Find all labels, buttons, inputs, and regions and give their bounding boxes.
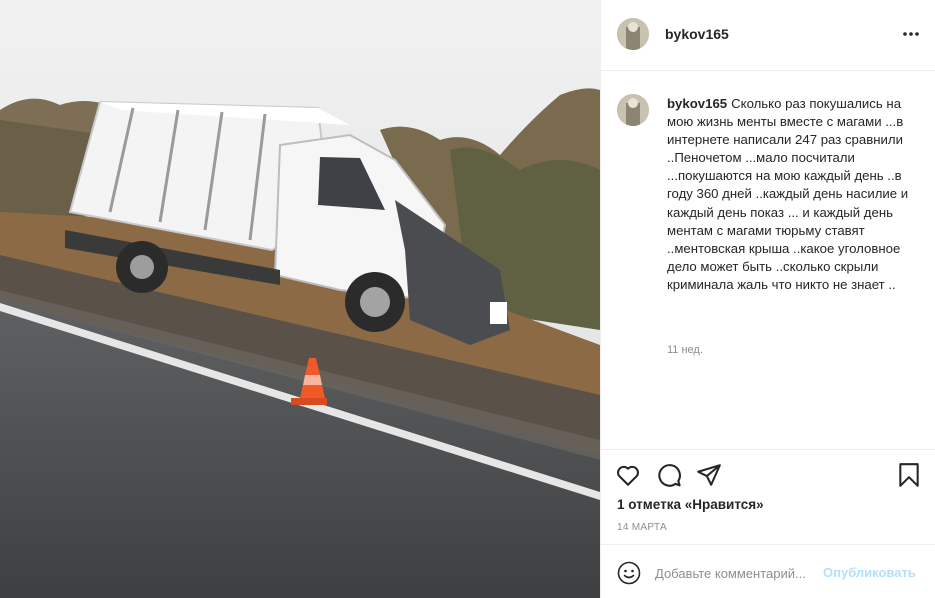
author-avatar[interactable] xyxy=(617,18,649,50)
post-time-ago[interactable]: 11 нед. xyxy=(667,344,703,356)
post-side-panel: bykov165 bykov165 Сколько раз покушались … xyxy=(600,0,935,598)
post-date: 14 МАРТА xyxy=(617,522,667,533)
caption-text-block: bykov165 Сколько раз покушались на мою жи… xyxy=(667,95,922,294)
add-comment-bar: Опубликовать xyxy=(601,544,935,598)
avatar-image xyxy=(617,18,649,50)
heart-icon[interactable] xyxy=(615,462,641,488)
paper-plane-icon[interactable] xyxy=(696,462,722,488)
post-header: bykov165 xyxy=(601,0,935,71)
publish-button[interactable]: Опубликовать xyxy=(823,565,916,580)
more-horizontal-icon[interactable] xyxy=(901,26,921,42)
comment-icon[interactable] xyxy=(656,462,682,488)
bookmark-icon[interactable] xyxy=(896,462,922,488)
avatar-image xyxy=(617,94,649,126)
post-photo[interactable] xyxy=(0,0,600,598)
caption-comment: bykov165 Сколько раз покушались на мою жи… xyxy=(601,72,935,448)
caption-text: Сколько раз покушались на мою жизнь мент… xyxy=(667,96,909,292)
comment-input[interactable] xyxy=(655,562,820,584)
post-photo-illustration xyxy=(0,0,600,598)
author-username[interactable]: bykov165 xyxy=(665,26,729,42)
likes-count[interactable]: 1 отметка «Нравится» xyxy=(617,497,764,512)
smiley-icon[interactable] xyxy=(617,561,641,585)
post-actions: 1 отметка «Нравится» 14 МАРТА xyxy=(601,449,935,544)
caption-username[interactable]: bykov165 xyxy=(667,96,727,111)
caption-avatar[interactable] xyxy=(617,94,649,126)
